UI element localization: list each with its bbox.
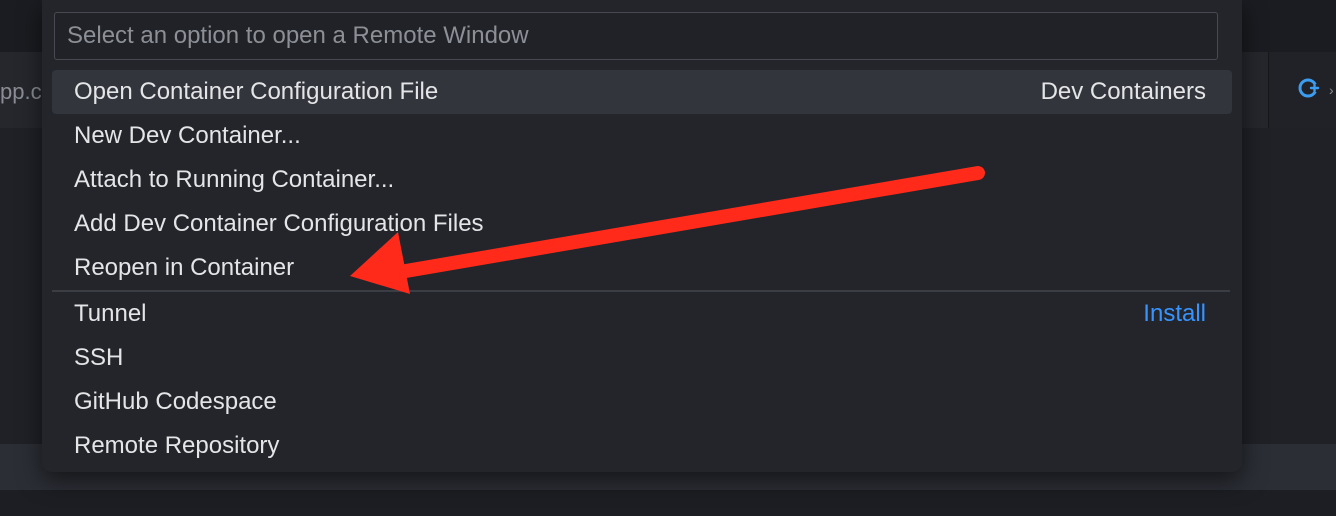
quick-pick-item[interactable]: New Dev Container...: [52, 114, 1232, 158]
quick-pick-item[interactable]: GitHub Codespace: [52, 380, 1232, 424]
quick-pick-item[interactable]: Attach to Running Container...: [52, 158, 1232, 202]
remote-window-quick-pick: Open Container Configuration File Dev Con…: [42, 0, 1242, 472]
editor-tab-right[interactable]: ›: [1268, 52, 1336, 128]
quick-pick-input[interactable]: [54, 12, 1218, 60]
quick-pick-item-detail: Dev Containers: [1040, 78, 1206, 105]
quick-pick-item[interactable]: Reopen in Container: [52, 246, 1232, 290]
quick-pick-item-label: GitHub Codespace: [74, 388, 277, 415]
quick-pick-item-label: Attach to Running Container...: [74, 166, 395, 193]
quick-pick-item[interactable]: Open Container Configuration File Dev Con…: [52, 70, 1232, 114]
quick-pick-item-label: Tunnel: [74, 300, 147, 327]
quick-pick-item[interactable]: Remote Repository: [52, 424, 1232, 468]
quick-pick-item-label: Remote Repository: [74, 432, 280, 459]
quick-pick-list: Open Container Configuration File Dev Con…: [52, 70, 1232, 468]
quick-pick-item-label: New Dev Container...: [74, 122, 301, 149]
quick-pick-item-label: Reopen in Container: [74, 254, 295, 281]
copilot-icon: [1298, 78, 1320, 98]
quick-pick-item[interactable]: Tunnel Install: [52, 292, 1232, 336]
status-area: [0, 490, 1336, 516]
quick-pick-item-label: Open Container Configuration File: [74, 78, 439, 105]
quick-pick-item[interactable]: Add Dev Container Configuration Files: [52, 202, 1232, 246]
editor-tab-partial[interactable]: pp.c: [0, 72, 42, 112]
quick-pick-item[interactable]: SSH: [52, 336, 1232, 380]
quick-pick-item-label: SSH: [74, 344, 124, 371]
quick-pick-item-label: Add Dev Container Configuration Files: [74, 210, 484, 237]
install-link[interactable]: Install: [1143, 300, 1206, 328]
tab-more-icon: ›: [1329, 82, 1334, 98]
